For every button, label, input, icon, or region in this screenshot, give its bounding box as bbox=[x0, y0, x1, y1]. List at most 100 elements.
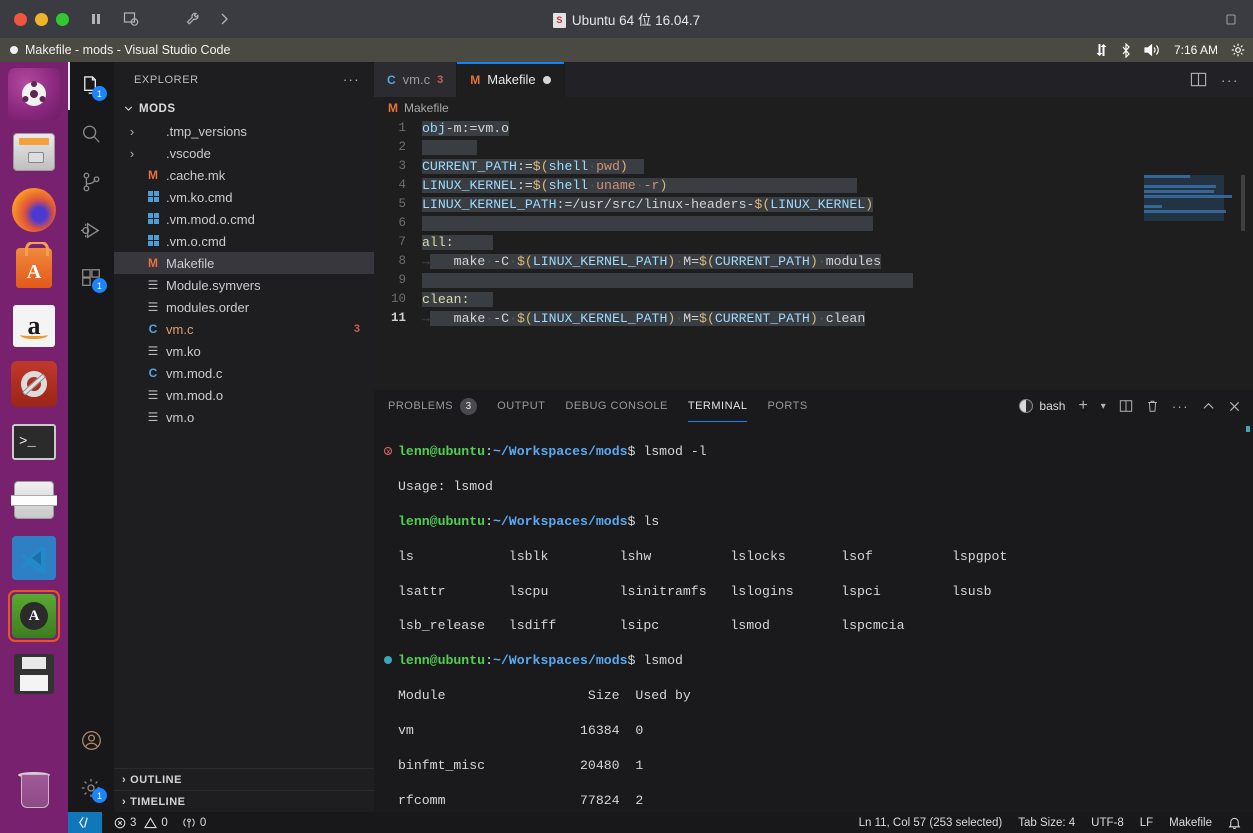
editor-tab-vm-c[interactable]: C vm.c 3 bbox=[374, 62, 458, 97]
window-controls[interactable] bbox=[14, 12, 69, 26]
sidebar-section-outline[interactable]: › OUTLINE bbox=[114, 768, 374, 790]
panel-tab-debug-console[interactable]: DEBUG CONSOLE bbox=[565, 390, 667, 422]
tree-item-vm-mod-o[interactable]: ☰ vm.mod.o bbox=[114, 384, 374, 406]
maximize-panel-icon[interactable] bbox=[1202, 400, 1215, 413]
explorer-more-actions-icon[interactable]: ··· bbox=[343, 72, 360, 87]
snapshot-icon[interactable] bbox=[123, 11, 139, 27]
tree-item-module-symvers[interactable]: ☰ Module.symvers bbox=[114, 274, 374, 296]
close-panel-icon[interactable] bbox=[1228, 400, 1241, 413]
remote-window-button[interactable] bbox=[68, 812, 102, 833]
split-editor-icon[interactable] bbox=[1190, 71, 1207, 88]
tree-item-vm-c[interactable]: C vm.c 3 bbox=[114, 318, 374, 340]
more-actions-icon[interactable]: ··· bbox=[1172, 399, 1189, 414]
more-actions-icon[interactable]: ··· bbox=[1221, 72, 1239, 88]
dock-item-backups[interactable] bbox=[8, 474, 60, 526]
tree-item-label: vm.ko bbox=[166, 343, 201, 359]
dock-statusbar-strip bbox=[0, 812, 68, 833]
panel-tab-terminal[interactable]: TERMINAL bbox=[687, 390, 748, 422]
tree-item-vm-ko-cmd[interactable]: .vm.ko.cmd bbox=[114, 186, 374, 208]
tree-item-vm-o-cmd[interactable]: .vm.o.cmd bbox=[114, 230, 374, 252]
dock-item-software-updater[interactable]: A bbox=[8, 590, 60, 642]
restore-window-icon[interactable] bbox=[1225, 12, 1239, 26]
volume-icon[interactable] bbox=[1144, 43, 1161, 57]
problems-status[interactable]: 3 0 bbox=[114, 817, 168, 829]
activity-item-manage[interactable]: 1 bbox=[68, 764, 114, 812]
minimap-slider[interactable] bbox=[1241, 175, 1245, 231]
tree-item-label: Makefile bbox=[166, 255, 215, 271]
tab-size[interactable]: Tab Size: 4 bbox=[1018, 817, 1075, 829]
dock-item-ubuntu-dash[interactable] bbox=[8, 68, 60, 120]
chevron-right-icon[interactable] bbox=[217, 12, 231, 26]
activity-item-run-and-debug[interactable] bbox=[68, 206, 114, 254]
encoding[interactable]: UTF-8 bbox=[1091, 817, 1124, 829]
editor-tab-makefile[interactable]: M Makefile bbox=[457, 62, 565, 97]
bluetooth-icon[interactable] bbox=[1121, 42, 1131, 58]
dock-item-trash[interactable] bbox=[8, 762, 60, 814]
panel-tab-problems[interactable]: PROBLEMS 3 bbox=[388, 390, 478, 422]
sidebar-section-timeline[interactable]: › TIMELINE bbox=[114, 790, 374, 812]
close-button[interactable] bbox=[14, 12, 27, 26]
settings-wrench-icon[interactable] bbox=[185, 11, 201, 27]
dock-item-amazon[interactable]: a bbox=[8, 300, 60, 352]
line-content: LINUX_KERNEL:=$(shell·uname·-r) bbox=[422, 176, 858, 195]
kill-terminal-icon[interactable] bbox=[1146, 399, 1159, 413]
terminal-command-line: lenn@ubuntu:~/Workspaces/mods$ lsmod -l bbox=[384, 443, 1253, 462]
maximize-button[interactable] bbox=[56, 12, 69, 26]
active-terminal-selector[interactable]: bash bbox=[1019, 399, 1065, 413]
tree-item-modules-order[interactable]: ☰ modules.order bbox=[114, 296, 374, 318]
tree-item-vscode[interactable]: › .vscode bbox=[114, 142, 374, 164]
activity-item-extensions[interactable]: 1 bbox=[68, 254, 114, 302]
dock-item-save-disk[interactable] bbox=[8, 648, 60, 700]
tree-item-vm-mod-o-cmd[interactable]: .vm.mod.o.cmd bbox=[114, 208, 374, 230]
code-editor[interactable]: 1 obj-m:=vm.o 2 3 CURRENT_PATH:=$(shell·pw… bbox=[374, 119, 1253, 389]
chevron-down-icon[interactable]: ▾ bbox=[1101, 401, 1106, 412]
dock-item-files[interactable] bbox=[8, 126, 60, 178]
minimize-button[interactable] bbox=[35, 12, 48, 26]
tree-item-cache-mk[interactable]: M .cache.mk bbox=[114, 164, 374, 186]
activity-item-source-control[interactable] bbox=[68, 158, 114, 206]
dock-item-visual-studio-code[interactable] bbox=[8, 532, 60, 584]
vscode-icon bbox=[12, 536, 56, 580]
activity-item-explorer[interactable]: 1 bbox=[68, 62, 114, 110]
editor-minimap[interactable] bbox=[1144, 119, 1245, 389]
tree-item-label: .vscode bbox=[166, 145, 211, 161]
panel-tab-output[interactable]: OUTPUT bbox=[497, 390, 545, 422]
dock-item-terminal[interactable]: >_ bbox=[8, 416, 60, 468]
activity-item-accounts[interactable] bbox=[68, 716, 114, 764]
dock-item-firefox[interactable] bbox=[8, 184, 60, 236]
notifications-bell-icon[interactable] bbox=[1228, 816, 1241, 830]
tree-item-tmp-versions[interactable]: › .tmp_versions bbox=[114, 120, 374, 142]
vm-window-titlebar: S Ubuntu 64 位 16.04.7 bbox=[0, 0, 1253, 38]
network-up-down-icon[interactable] bbox=[1095, 43, 1108, 57]
tree-item-makefile[interactable]: M Makefile bbox=[114, 252, 374, 274]
tree-item-vm-o[interactable]: ☰ vm.o bbox=[114, 406, 374, 428]
terminal-output-line: lsb_release lsdiff lsipc lsmod lspcmcia bbox=[398, 618, 905, 634]
explorer-sidebar: EXPLORER ··· MODS › .tmp_versions › .vsc… bbox=[114, 62, 374, 812]
terminal-output[interactable]: lenn@ubuntu:~/Workspaces/mods$ lsmod -l … bbox=[374, 422, 1253, 812]
pause-icon[interactable] bbox=[89, 12, 103, 26]
end-of-line[interactable]: LF bbox=[1140, 817, 1153, 829]
code-lines: 1 obj-m:=vm.o 2 3 CURRENT_PATH:=$(shell·pw… bbox=[374, 119, 1253, 328]
tab-dirty-indicator[interactable] bbox=[542, 75, 551, 84]
new-terminal-icon[interactable]: + bbox=[1078, 397, 1087, 415]
terminal-scrollbar[interactable] bbox=[1241, 426, 1251, 806]
chevron-right-icon[interactable]: › bbox=[122, 146, 142, 161]
cursor-position[interactable]: Ln 11, Col 57 (253 selected) bbox=[859, 817, 1003, 829]
chevron-right-icon[interactable]: › bbox=[122, 124, 142, 139]
tree-item-vm-mod-c[interactable]: C vm.mod.c bbox=[114, 362, 374, 384]
terminal-output-line: binfmt_misc 20480 1 bbox=[398, 757, 644, 773]
dock-item-ubuntu-software[interactable]: A bbox=[8, 242, 60, 294]
explorer-root-folder[interactable]: MODS bbox=[114, 97, 374, 120]
panel-tab-ports[interactable]: PORTS bbox=[767, 390, 807, 422]
breadcrumb[interactable]: M Makefile bbox=[374, 97, 1253, 119]
split-terminal-icon[interactable] bbox=[1119, 399, 1133, 413]
tree-item-vm-ko[interactable]: ☰ vm.ko bbox=[114, 340, 374, 362]
ports-status[interactable]: 0 bbox=[182, 817, 206, 829]
system-gear-icon[interactable] bbox=[1231, 43, 1245, 57]
windows-file-icon bbox=[142, 212, 164, 226]
code-line: 5 LINUX_KERNEL_PATH:=/usr/src/linux-heade… bbox=[374, 195, 1253, 214]
tray-clock[interactable]: 7:16 AM bbox=[1174, 43, 1218, 57]
dock-item-system-settings[interactable] bbox=[8, 358, 60, 410]
activity-item-search[interactable] bbox=[68, 110, 114, 158]
language-mode[interactable]: Makefile bbox=[1169, 817, 1212, 829]
